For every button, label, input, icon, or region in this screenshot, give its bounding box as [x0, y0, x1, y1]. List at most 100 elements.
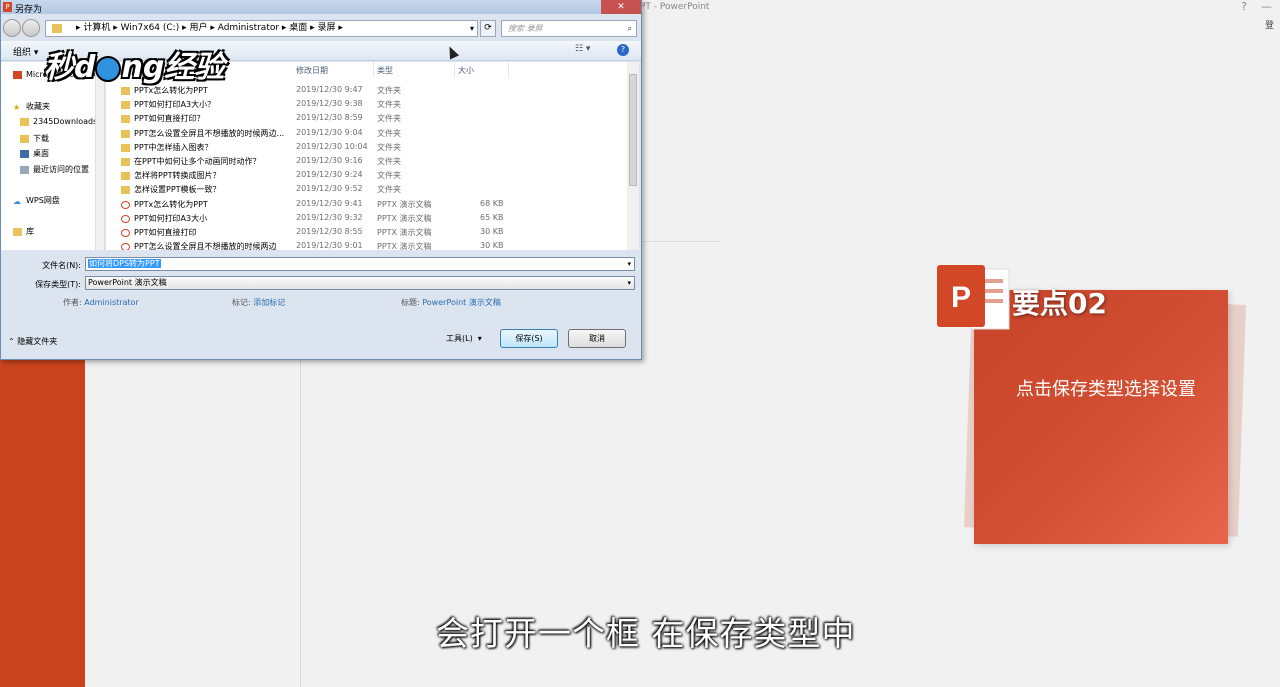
address-row: ▸ 计算机 ▸ Win7x64 (C:) ▸ 用户 ▸ Administrato… [1, 15, 641, 41]
file-type: PPTX 演示文稿 [377, 242, 432, 250]
navigation-pane: Microsoft PowerPoint ★ 收藏夹 2345Downloads … [1, 62, 109, 250]
pptx-file-icon [121, 243, 130, 250]
column-header-size[interactable]: 大小 [458, 65, 474, 76]
pptx-file-icon [121, 214, 130, 223]
search-input[interactable]: 搜索 录屏 ⌕ [501, 20, 637, 37]
forward-button[interactable] [22, 19, 40, 37]
cancel-button[interactable]: 取消 [568, 329, 626, 348]
help-icon[interactable]: ? [617, 44, 629, 56]
file-row[interactable]: PPT如何打印A3大小？ 2019/12/30 9:38 文件夹 [106, 98, 627, 112]
window-controls: ? — [1241, 0, 1272, 13]
card-text: 点击保存类型选择设置 [1016, 379, 1196, 400]
nav-item-wps[interactable]: ☁ WPS网盘 [13, 195, 60, 206]
nav-item-library[interactable]: 库 [13, 226, 34, 237]
file-date: 2019/12/30 9:16 [296, 156, 363, 165]
logo-letter: P [951, 281, 971, 314]
folder-icon [121, 129, 130, 138]
file-row[interactable]: 怎样将PPT转换成图片？ 2019/12/30 9:24 文件夹 [106, 169, 627, 183]
file-type: 文件夹 [377, 114, 401, 124]
file-type: PPTX 演示文稿 [377, 199, 432, 209]
minimize-button[interactable]: — [1261, 0, 1272, 13]
title-meta: 标题: PowerPoint 演示文稿 [401, 298, 501, 307]
nav-item-favorites[interactable]: ★ 收藏夹 [13, 101, 50, 112]
file-date: 2019/12/30 9:52 [296, 184, 363, 194]
file-type: PPTX 演示文稿 [377, 213, 432, 223]
address-bar[interactable]: ▸ 计算机 ▸ Win7x64 (C:) ▸ 用户 ▸ Administrato… [45, 20, 478, 37]
file-row[interactable]: PPTx怎么转化为PPT 2019/12/30 9:47 文件夹 [106, 84, 627, 98]
file-row[interactable]: PPT怎么设置全屏且不想播放的时候两边 2019/12/30 9:01 PPTX 演… [106, 240, 627, 250]
file-date: 2019/12/30 9:01 [296, 241, 363, 250]
search-icon: ⌕ [627, 24, 632, 33]
tools-button[interactable]: 工具(L) ▾ [446, 333, 482, 344]
file-date: 2019/12/30 8:59 [296, 113, 363, 123]
powerpoint-icon [13, 70, 22, 79]
video-subtitle: 会打开一个框 在保存类型中 [436, 614, 856, 653]
title-value[interactable]: PowerPoint 演示文稿 [422, 298, 501, 307]
divider [454, 62, 455, 78]
nav-item-recent[interactable]: 最近访问的位置 [20, 164, 89, 175]
file-name: PPTx怎么转化为PPT [134, 86, 208, 95]
view-options-button[interactable]: ☷ ▾ [575, 44, 590, 54]
signin-link[interactable]: 登 [1265, 18, 1274, 31]
file-name: PPT怎么设置全屏且不想播放的时候两边 [134, 242, 277, 250]
file-date: 2019/12/30 9:41 [296, 198, 363, 208]
file-row[interactable]: PPT怎么设置全屏且不想播放的时候两边... 2019/12/30 9:04 文件夹 [106, 127, 627, 141]
folder-icon [52, 24, 62, 33]
nav-item-2345downloads[interactable]: 2345Downloads [20, 117, 97, 126]
close-button[interactable]: ✕ [601, 0, 641, 14]
author-value[interactable]: Administrator [84, 298, 139, 307]
file-name: 怎样设置PPT模板一致？ [134, 185, 221, 195]
file-name: PPTx怎么转化为PPT [134, 199, 208, 209]
file-row[interactable]: 怎样设置PPT模板一致？ 2019/12/30 9:52 文件夹 [106, 183, 627, 197]
hide-folders-toggle[interactable]: ⌃ 隐藏文件夹 [8, 336, 57, 347]
file-row[interactable]: PPT如何打印A3大小 2019/12/30 9:32 PPTX 演示文稿 65 KB [106, 212, 627, 226]
powerpoint-icon: P [3, 2, 12, 12]
chevron-down-icon[interactable]: ▾ [470, 21, 474, 36]
file-row[interactable]: PPT如何直接打印？ 2019/12/30 8:59 文件夹 [106, 112, 627, 126]
file-type: 文件夹 [377, 142, 401, 152]
help-button[interactable]: ? [1241, 0, 1247, 13]
filename-label: 文件名(N): [42, 261, 81, 270]
organize-button[interactable]: 组织 ▾ [13, 45, 38, 58]
tags-value[interactable]: 添加标记 [253, 298, 285, 307]
powerpoint-logo-icon: P [937, 265, 1010, 330]
column-header-type[interactable]: 类型 [377, 65, 393, 76]
ppt-window-title: PT - PowerPoint [640, 2, 710, 12]
file-row[interactable]: PPT如何直接打印 2019/12/30 8:55 PPTX 演示文稿 30 KB [106, 226, 627, 240]
file-date: 2019/12/30 10:04 [296, 141, 368, 151]
refresh-button[interactable]: ⟳ [480, 20, 496, 37]
file-type: PPTX 演示文稿 [377, 228, 432, 237]
file-type: 文件夹 [377, 171, 401, 181]
file-date: 2019/12/30 9:47 [296, 85, 363, 94]
folder-icon [121, 158, 130, 166]
nav-item-downloads[interactable]: 下载 [20, 133, 49, 144]
recent-icon [20, 165, 29, 174]
file-row[interactable]: PPT中怎样插入图表？ 2019/12/30 10:04 文件夹 [106, 141, 627, 155]
file-name: PPT如何直接打印？ [134, 114, 205, 124]
divider [373, 62, 374, 78]
file-date: 2019/12/30 9:32 [296, 212, 363, 222]
file-row[interactable]: PPTx怎么转化为PPT 2019/12/30 9:41 PPTX 演示文稿 68 K… [106, 198, 627, 212]
folder-icon [121, 143, 130, 152]
folder-icon [121, 172, 130, 181]
file-list-scrollbar[interactable] [627, 62, 639, 250]
folder-icon [20, 134, 29, 143]
filetype-select[interactable]: PowerPoint 演示文稿 ▾ [85, 276, 635, 290]
scrollbar-thumb[interactable] [629, 74, 637, 186]
file-size: 68 KB [480, 198, 504, 208]
file-row[interactable]: 在PPT中如何让多个动画同时动作？ 2019/12/30 9:16 文件夹 [106, 155, 627, 169]
nav-scrollbar[interactable] [95, 62, 104, 250]
back-button[interactable] [3, 19, 21, 37]
file-type: 文件夹 [377, 185, 401, 195]
save-button[interactable]: 保存(S) [500, 329, 558, 348]
file-name: PPT中怎样插入图表？ [134, 142, 213, 152]
column-header-date[interactable]: 修改日期 [296, 65, 328, 76]
nav-item-desktop[interactable]: 桌面 [20, 148, 49, 159]
file-size: 30 KB [480, 227, 504, 236]
file-type: 文件夹 [377, 86, 401, 95]
folder-icon [121, 115, 130, 124]
chevron-down-icon: ▾ [627, 279, 631, 287]
chevron-down-icon: ▾ [627, 260, 631, 268]
card-heading: 要点02 [1012, 287, 1107, 320]
filename-field[interactable]: 如何将DPS转为PPT ▾ [85, 257, 635, 271]
